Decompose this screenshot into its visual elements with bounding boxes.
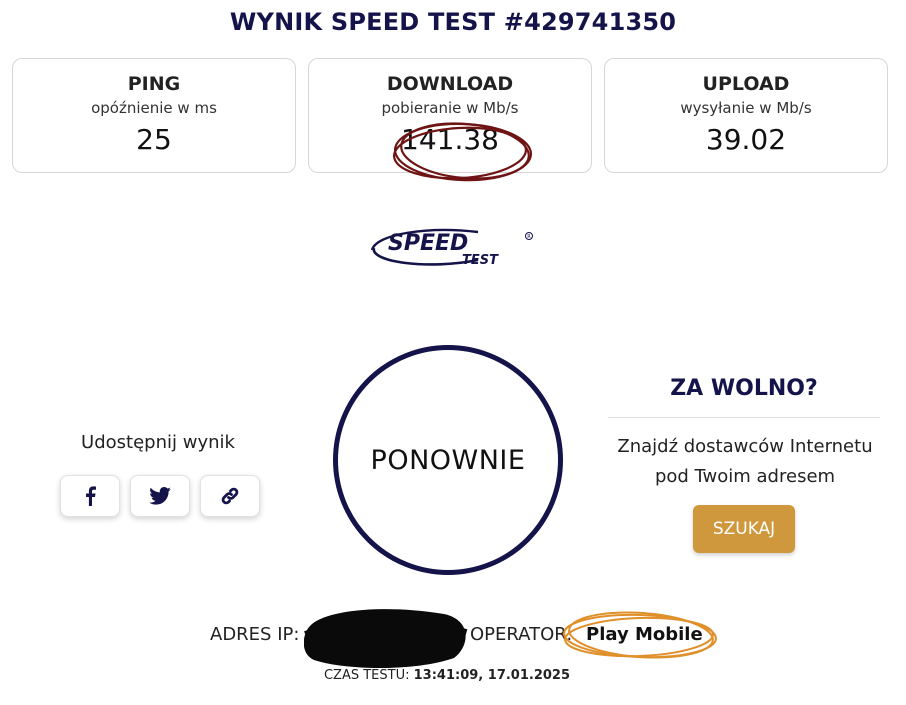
download-label: DOWNLOAD bbox=[386, 73, 514, 95]
too-slow-text-line1: Znajdź dostawców Internetu bbox=[617, 436, 873, 457]
connection-info: ADRES IP: OPERATOR: Play Mobile bbox=[0, 609, 906, 668]
ip-label: ADRES IP: bbox=[210, 624, 300, 645]
too-slow-divider bbox=[608, 417, 880, 418]
ip-redaction-mark bbox=[304, 609, 468, 668]
too-slow-title: ZA WOLNO? bbox=[670, 376, 818, 401]
speedtest-logo: SPEED TEST R bbox=[370, 228, 533, 268]
too-slow-text-line2: pod Twoim adresem bbox=[654, 466, 836, 487]
share-facebook-button[interactable] bbox=[60, 475, 120, 517]
ping-card: PING opóźnienie w ms 25 bbox=[12, 58, 296, 173]
test-again-button[interactable]: PONOWNIE bbox=[333, 345, 563, 575]
ping-value: 25 bbox=[136, 123, 172, 156]
logo-speed-text: SPEED bbox=[388, 231, 468, 256]
share-label: Udostępnij wynik bbox=[81, 432, 235, 453]
share-link-button[interactable] bbox=[200, 475, 260, 517]
ping-sublabel: opóźnienie w ms bbox=[91, 99, 217, 117]
test-again-label: PONOWNIE bbox=[370, 444, 526, 476]
twitter-icon bbox=[149, 487, 171, 505]
upload-card: UPLOAD wysyłanie w Mb/s 39.02 bbox=[604, 58, 888, 173]
test-time-value: 13:41:09, 17.01.2025 bbox=[413, 668, 571, 683]
facebook-icon bbox=[86, 486, 96, 506]
share-twitter-button[interactable] bbox=[130, 475, 190, 517]
test-time-label: CZAS TESTU: bbox=[323, 668, 410, 683]
too-slow-text: Znajdź dostawców Internetu pod Twoim adr… bbox=[600, 432, 890, 492]
operator-scribble-circle bbox=[563, 611, 717, 659]
svg-text:R: R bbox=[527, 234, 531, 240]
link-icon bbox=[221, 487, 239, 505]
search-providers-button[interactable]: SZUKAJ bbox=[693, 505, 795, 553]
upload-value: 39.02 bbox=[705, 123, 787, 156]
upload-label: UPLOAD bbox=[702, 73, 790, 95]
operator-label: OPERATOR: bbox=[470, 624, 573, 645]
ping-label: PING bbox=[127, 73, 181, 95]
test-time: CZAS TESTU: 13:41:09, 17.01.2025 bbox=[0, 668, 894, 683]
upload-sublabel: wysyłanie w Mb/s bbox=[680, 99, 812, 117]
logo-test-text: TEST bbox=[462, 253, 499, 268]
page-title: WYNIK SPEED TEST #429741350 bbox=[229, 8, 677, 36]
download-scribble-circle bbox=[392, 122, 533, 182]
download-sublabel: pobieranie w Mb/s bbox=[381, 99, 519, 117]
